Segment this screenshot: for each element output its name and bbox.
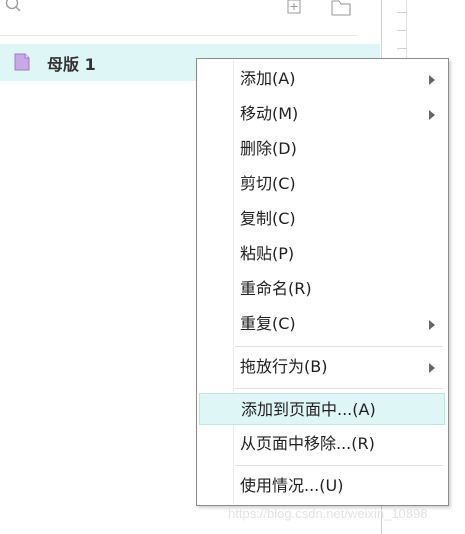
menu-item-label: 拖放行为(B)	[240, 357, 328, 376]
menu-separator	[235, 465, 443, 466]
context-menu: 添加(A) 移动(M) 删除(D) 剪切(C) 复制(C) 粘贴(P) 重命名(…	[196, 58, 449, 506]
menu-item-label: 删除(D)	[240, 139, 297, 158]
add-page-icon[interactable]	[285, 0, 303, 16]
menu-item-label: 添加到页面中...(A)	[241, 400, 376, 419]
menu-item-paste[interactable]: 粘贴(P)	[199, 238, 445, 270]
menu-item-label: 重命名(R)	[240, 279, 312, 298]
submenu-arrow-icon	[429, 320, 435, 330]
menu-item-label: 粘贴(P)	[240, 244, 295, 263]
menu-item-label: 复制(C)	[240, 209, 296, 228]
menu-item-move[interactable]: 移动(M)	[199, 98, 445, 130]
menu-item-add-to-pages[interactable]: 添加到页面中...(A)	[199, 393, 445, 425]
menu-item-usage[interactable]: 使用情况...(U)	[199, 470, 445, 502]
menu-item-add[interactable]: 添加(A)	[199, 63, 445, 95]
ruler-tick	[397, 12, 407, 13]
menu-item-label: 添加(A)	[240, 69, 296, 88]
master-page-icon	[14, 53, 30, 71]
menu-item-label: 剪切(C)	[240, 174, 296, 193]
menu-item-rename[interactable]: 重命名(R)	[199, 273, 445, 305]
menu-item-duplicate[interactable]: 重复(C)	[199, 308, 445, 340]
submenu-arrow-icon	[429, 110, 435, 120]
menu-separator	[235, 388, 443, 389]
menu-item-remove-from-pages[interactable]: 从页面中移除...(R)	[199, 428, 445, 460]
menu-item-label: 使用情况...(U)	[240, 476, 344, 495]
menu-item-label: 从页面中移除...(R)	[240, 434, 375, 453]
menu-item-copy[interactable]: 复制(C)	[199, 203, 445, 235]
watermark: https://blog.csdn.net/weixin_10898	[228, 506, 428, 521]
menu-item-cut[interactable]: 剪切(C)	[199, 168, 445, 200]
submenu-arrow-icon	[429, 75, 435, 85]
folder-icon[interactable]	[330, 0, 352, 17]
ruler-tick	[397, 48, 407, 49]
search-icon[interactable]	[4, 0, 22, 16]
ruler-tick	[397, 30, 407, 31]
toolbar-divider	[0, 35, 357, 36]
submenu-arrow-icon	[429, 363, 435, 373]
menu-separator	[235, 346, 443, 347]
menu-item-label: 重复(C)	[240, 314, 296, 333]
menu-item-delete[interactable]: 删除(D)	[199, 133, 445, 165]
master-item-label: 母版 1	[47, 55, 96, 74]
menu-item-label: 移动(M)	[240, 104, 299, 123]
masters-toolbar	[0, 0, 380, 36]
menu-item-drop-behavior[interactable]: 拖放行为(B)	[199, 351, 445, 383]
